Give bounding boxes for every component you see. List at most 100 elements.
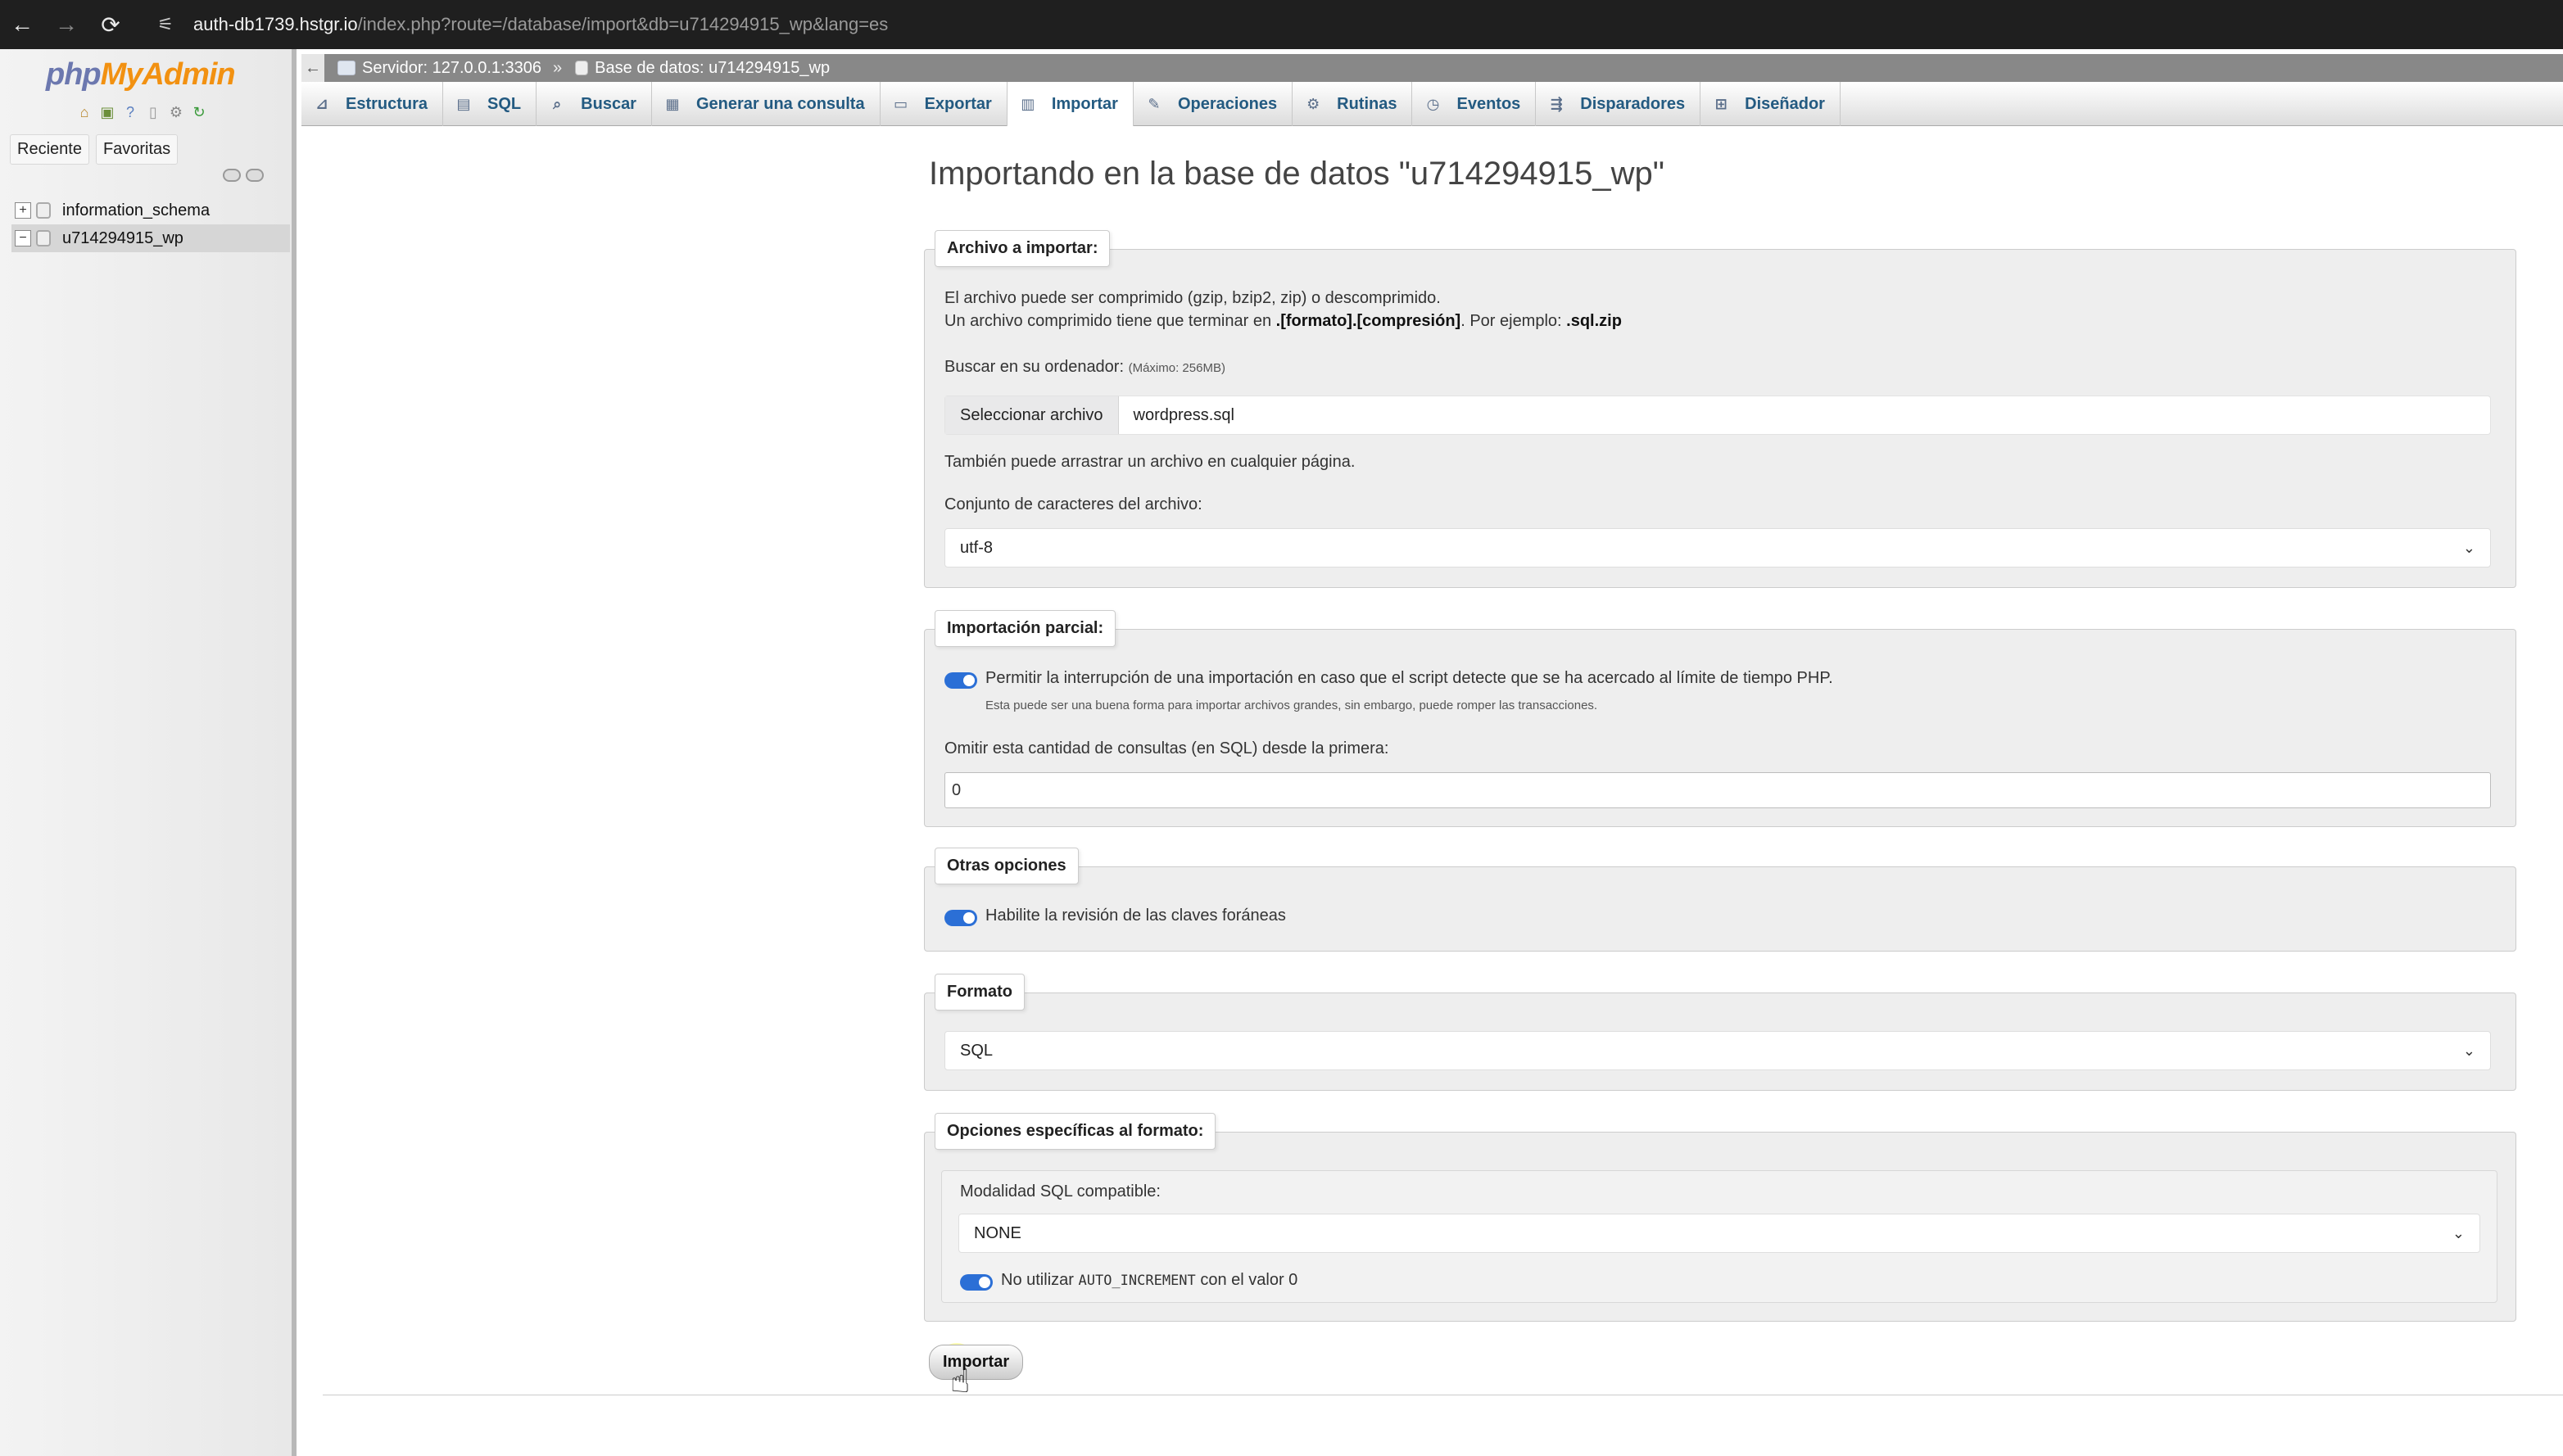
- no-auto-increment-toggle[interactable]: [960, 1274, 993, 1291]
- back-arrow-icon[interactable]: ←: [0, 0, 44, 49]
- section-legend: Otras opciones: [935, 848, 1079, 884]
- tab-label: SQL: [487, 94, 522, 113]
- collapse-icon[interactable]: −: [15, 230, 31, 246]
- compat-mode-select[interactable]: NONE ⌄: [958, 1214, 2480, 1253]
- home-icon[interactable]: ⌂: [75, 103, 93, 121]
- selected-file-name: wordpress.sql: [1133, 405, 1234, 424]
- database-tree: + information_schema − u714294915_wp: [11, 197, 290, 252]
- expand-icon[interactable]: +: [15, 202, 31, 219]
- triggers-icon: ⇶: [1550, 95, 1563, 112]
- section-legend: Importación parcial:: [935, 610, 1116, 647]
- tab-eventos[interactable]: ◷ Eventos: [1412, 82, 1537, 126]
- address-bar[interactable]: ⚟ auth-db1739.hstgr.io/index.php?route=/…: [147, 7, 2563, 43]
- db-name[interactable]: information_schema: [62, 201, 210, 220]
- navigation-panel: phpMyAdmin ⌂ ▣ ? ▯ ⚙ ↻ Reciente Favorita…: [0, 49, 297, 1456]
- docs-icon[interactable]: ▯: [144, 103, 162, 121]
- tab-estructura[interactable]: ⊿ Estructura: [301, 82, 444, 126]
- search-icon: ⌕: [553, 95, 562, 112]
- breadcrumb-separator: »: [553, 58, 563, 77]
- site-info-icon[interactable]: ⚟: [147, 7, 183, 43]
- section-legend: Formato: [935, 974, 1025, 1011]
- allow-interrupt-hint: Esta puede ser una buena forma para impo…: [985, 699, 1598, 712]
- tab-diseñador[interactable]: ⊞ Diseñador: [1700, 82, 1841, 126]
- format-options-section: Opciones específicas al formato: Modalid…: [924, 1113, 2516, 1322]
- favorites-tab[interactable]: Favoritas: [95, 134, 179, 165]
- choose-file-button[interactable]: Seleccionar archivo: [945, 396, 1119, 434]
- skip-queries-label: Omitir esta cantidad de consultas (en SQ…: [944, 739, 1389, 757]
- tree-controls: [223, 169, 264, 182]
- allow-interrupt-label: Permitir la interrupción de una importac…: [985, 669, 1833, 687]
- tab-label: Generar una consulta: [695, 94, 865, 113]
- export-icon: ▭: [894, 95, 908, 112]
- sql-options-box: Modalidad SQL compatible: NONE ⌄ No util…: [941, 1170, 2497, 1303]
- quick-links: ⌂ ▣ ? ▯ ⚙ ↻: [75, 103, 208, 121]
- import-button[interactable]: Importar: [929, 1345, 1024, 1380]
- chevron-down-icon: ⌄: [2462, 1042, 2475, 1059]
- forward-arrow-icon[interactable]: →: [44, 0, 88, 49]
- db-name[interactable]: u714294915_wp: [62, 229, 183, 248]
- tab-buscar[interactable]: ⌕ Buscar: [537, 82, 652, 126]
- compat-mode-value: NONE: [974, 1223, 1021, 1242]
- charset-select[interactable]: utf-8 ⌄: [944, 528, 2491, 567]
- page-title: Importando en la base de datos "u7142949…: [929, 156, 1664, 192]
- designer-icon: ⊞: [1714, 95, 1728, 112]
- compression-format-info: Un archivo comprimido tiene que terminar…: [944, 312, 1622, 330]
- browser-toolbar: ← → ⟳ ⚟ auth-db1739.hstgr.io/index.php?r…: [0, 0, 2563, 49]
- browse-label: Buscar en su ordenador: (Máximo: 256MB): [944, 358, 1225, 376]
- server-icon: [337, 61, 355, 75]
- skip-queries-input[interactable]: 0: [944, 772, 2491, 808]
- link-icon[interactable]: [246, 169, 264, 182]
- compression-info: El archivo puede ser comprimido (gzip, b…: [944, 289, 1441, 307]
- refresh-icon[interactable]: ↻: [190, 103, 208, 121]
- breadcrumb-database-label: Base de datos: u714294915_wp: [595, 58, 831, 77]
- chevron-down-icon: ⌄: [2462, 539, 2475, 556]
- section-legend: Opciones específicas al formato:: [935, 1113, 1216, 1150]
- tab-sql[interactable]: ▤ SQL: [443, 82, 537, 126]
- tab-menu: ⊿ Estructura ▤ SQL ⌕ Buscar ▦ Generar una consu…: [301, 82, 2563, 126]
- tab-operaciones[interactable]: ✎ Operaciones: [1134, 82, 1293, 126]
- tab-label: Disparadores: [1580, 94, 1686, 113]
- breadcrumb-server[interactable]: Servidor: 127.0.0.1:3306: [337, 59, 541, 78]
- settings-icon[interactable]: ⚙: [167, 103, 185, 121]
- format-value: SQL: [960, 1041, 994, 1060]
- recent-tab[interactable]: Reciente: [10, 134, 89, 165]
- database-icon: [575, 61, 589, 75]
- back-arrow-icon[interactable]: ←: [301, 54, 324, 82]
- tab-label: Exportar: [924, 94, 992, 113]
- section-legend: Archivo a importar:: [935, 230, 1111, 267]
- file-input[interactable]: Seleccionar archivo wordpress.sql: [944, 396, 2491, 435]
- query-icon: ▦: [665, 95, 680, 112]
- no-auto-increment-label: No utilizar AUTO_INCREMENT con el valor …: [1001, 1271, 1298, 1289]
- tab-label: Rutinas: [1337, 94, 1397, 113]
- tab-label: Estructura: [346, 94, 428, 113]
- collapse-all-icon[interactable]: [223, 169, 241, 182]
- phpmyadmin-logo[interactable]: phpMyAdmin: [46, 57, 236, 93]
- tab-disparadores[interactable]: ⇶ Disparadores: [1536, 82, 1701, 126]
- reload-icon[interactable]: ⟳: [88, 0, 133, 49]
- logout-icon[interactable]: ▣: [98, 103, 116, 121]
- db-item-u714294915-wp[interactable]: − u714294915_wp: [11, 224, 290, 252]
- foreign-keys-label: Habilite la revisión de las claves forán…: [985, 907, 1286, 925]
- format-select[interactable]: SQL ⌄: [944, 1031, 2491, 1070]
- other-options-section: Otras opciones Habilite la revisión de l…: [924, 848, 2516, 952]
- sql-icon: ▤: [456, 95, 471, 112]
- url-host: auth-db1739.hstgr.io: [193, 14, 358, 34]
- partial-import-section: Importación parcial: Permitir la interru…: [924, 610, 2516, 827]
- format-section: Formato SQL ⌄: [924, 974, 2516, 1091]
- tab-label: Importar: [1051, 94, 1118, 113]
- tab-exportar[interactable]: ▭ Exportar: [881, 82, 1008, 126]
- import-icon: ▥: [1021, 95, 1035, 112]
- foreign-keys-toggle[interactable]: [944, 910, 977, 926]
- allow-interrupt-toggle[interactable]: [944, 672, 977, 689]
- breadcrumb-server-label: Servidor: 127.0.0.1:3306: [362, 58, 542, 77]
- tab-generar-una-consulta[interactable]: ▦ Generar una consulta: [652, 82, 881, 126]
- structure-icon: ⊿: [315, 95, 328, 112]
- db-item-information-schema[interactable]: + information_schema: [11, 197, 290, 224]
- breadcrumb-database[interactable]: Base de datos: u714294915_wp: [575, 59, 830, 78]
- events-icon: ◷: [1426, 95, 1440, 112]
- tab-importar[interactable]: ▥ Importar: [1007, 82, 1134, 126]
- charset-value: utf-8: [960, 538, 994, 557]
- operations-icon: ✎: [1148, 95, 1161, 112]
- tab-rutinas[interactable]: ⚙ Rutinas: [1293, 82, 1413, 126]
- help-icon[interactable]: ?: [121, 103, 139, 121]
